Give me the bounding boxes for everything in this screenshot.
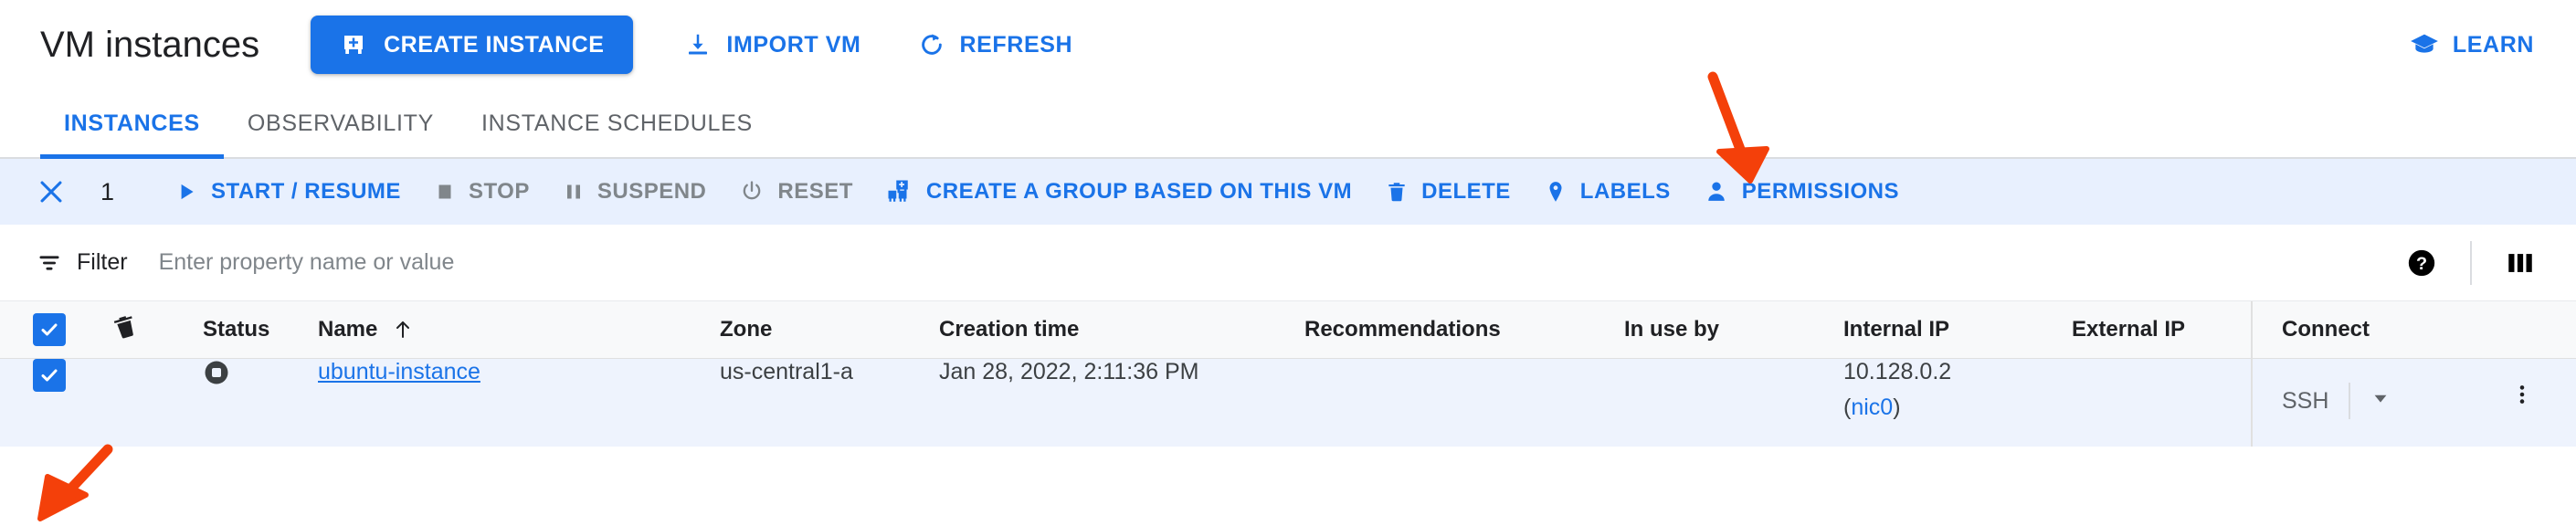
nic-link[interactable]: nic0 <box>1851 394 1893 420</box>
deletion-protection-icon <box>111 315 139 346</box>
permissions-label: PERMISSIONS <box>1741 179 1899 204</box>
header-creation-time[interactable]: Creation time <box>939 301 1304 359</box>
start-resume-button[interactable]: START / RESUME <box>174 179 401 205</box>
header-internal-ip[interactable]: Internal IP <box>1843 301 2072 359</box>
tab-bar: INSTANCES OBSERVABILITY INSTANCE SCHEDUL… <box>0 89 2576 159</box>
add-instance-icon <box>340 31 367 58</box>
row-deletion-protection-cell <box>111 358 203 447</box>
permissions-button[interactable]: PERMISSIONS <box>1704 179 1899 205</box>
filter-bar: Filter ? <box>0 225 2576 301</box>
filter-icon <box>37 250 62 276</box>
header-in-use-by[interactable]: In use by <box>1624 301 1843 359</box>
refresh-label: REFRESH <box>959 31 1073 58</box>
tab-instance-schedules[interactable]: INSTANCE SCHEDULES <box>458 89 776 157</box>
row-connect-cell: SSH <box>2251 358 2510 447</box>
header-select-all-cell <box>0 301 111 359</box>
row-status-cell <box>203 358 318 447</box>
ssh-button[interactable]: SSH <box>2282 388 2328 415</box>
tab-instances[interactable]: INSTANCES <box>40 89 224 159</box>
filter-button[interactable]: Filter <box>37 249 128 276</box>
person-icon <box>1704 179 1729 205</box>
table-header-row: Status Name Zone Creation time Recommend… <box>0 301 2576 359</box>
page-header: VM instances CREATE INSTANCE IMPORT VM R… <box>0 0 2576 89</box>
import-vm-button[interactable]: IMPORT VM <box>679 30 866 59</box>
chevron-down-icon[interactable] <box>2370 388 2391 415</box>
tag-icon <box>1544 180 1568 204</box>
header-name[interactable]: Name <box>318 301 720 359</box>
internal-ip-nic-wrapper: (nic0) <box>1843 394 1901 420</box>
filter-input[interactable] <box>156 243 2399 282</box>
ssh-divider <box>2349 383 2351 419</box>
labels-label: LABELS <box>1579 179 1671 204</box>
create-group-label: CREATE A GROUP BASED ON THIS VM <box>925 179 1353 204</box>
help-circle-icon[interactable]: ? <box>2399 240 2444 286</box>
trash-icon <box>1385 180 1409 204</box>
stop-square-icon <box>434 181 456 203</box>
power-reset-icon <box>739 179 765 205</box>
create-instance-label: CREATE INSTANCE <box>384 31 605 58</box>
select-all-checkbox[interactable] <box>33 313 66 346</box>
row-in-use-by <box>1624 358 1843 447</box>
table-row[interactable]: ubuntu-instance us-central1-a Jan 28, 20… <box>0 358 2576 447</box>
row-select-cell <box>0 358 111 447</box>
vm-instances-table: Status Name Zone Creation time Recommend… <box>0 301 2576 447</box>
refresh-button[interactable]: REFRESH <box>913 30 1079 59</box>
pause-icon <box>563 181 585 203</box>
delete-button[interactable]: DELETE <box>1385 179 1511 205</box>
header-name-label: Name <box>318 317 378 342</box>
column-display-icon[interactable] <box>2497 240 2543 286</box>
header-menu-cell <box>2510 301 2576 359</box>
more-options-icon[interactable] <box>2510 359 2576 406</box>
header-deletion-protection-cell <box>111 301 203 359</box>
suspend-button[interactable]: SUSPEND <box>563 179 707 205</box>
row-name-cell: ubuntu-instance <box>318 358 720 447</box>
row-menu-cell <box>2510 358 2576 447</box>
delete-label: DELETE <box>1421 179 1511 204</box>
selection-action-bar: 1 START / RESUME STOP SUSPEND RESET CREA… <box>0 159 2576 225</box>
page-title: VM instances <box>40 24 260 65</box>
create-group-button[interactable]: CREATE A GROUP BASED ON THIS VM <box>886 178 1352 205</box>
learn-button[interactable]: LEARN <box>2403 28 2539 61</box>
reset-button[interactable]: RESET <box>739 179 853 205</box>
sort-ascending-icon <box>392 319 414 341</box>
stop-label: STOP <box>468 179 530 204</box>
filter-bar-divider <box>2470 240 2472 285</box>
graduation-cap-icon <box>2409 29 2440 60</box>
refresh-icon <box>918 31 945 58</box>
create-instance-button[interactable]: CREATE INSTANCE <box>311 16 634 74</box>
row-internal-ip-cell: 10.128.0.2 (nic0) <box>1843 358 2072 447</box>
row-external-ip <box>2072 358 2252 447</box>
play-icon <box>174 180 198 204</box>
filter-label: Filter <box>77 249 128 275</box>
header-recommendations[interactable]: Recommendations <box>1304 301 1624 359</box>
header-connect: Connect <box>2251 301 2510 359</box>
header-zone[interactable]: Zone <box>720 301 939 359</box>
instance-name-link[interactable]: ubuntu-instance <box>318 359 480 384</box>
reset-label: RESET <box>777 179 853 204</box>
import-download-icon <box>684 31 712 58</box>
group-vm-icon <box>886 178 913 205</box>
status-stopped-icon <box>203 361 230 392</box>
arrow-pointing-to-row-checkbox <box>37 444 113 521</box>
svg-text:?: ? <box>2416 254 2427 274</box>
suspend-label: SUSPEND <box>596 179 707 204</box>
start-resume-label: START / RESUME <box>211 179 401 204</box>
header-status[interactable]: Status <box>203 301 318 359</box>
stop-button[interactable]: STOP <box>434 179 530 205</box>
import-vm-label: IMPORT VM <box>726 31 861 58</box>
selected-count: 1 <box>100 177 115 205</box>
close-icon[interactable] <box>29 170 73 214</box>
tab-observability[interactable]: OBSERVABILITY <box>224 89 458 157</box>
labels-button[interactable]: LABELS <box>1544 179 1671 205</box>
row-recommendations <box>1304 358 1624 447</box>
internal-ip-value: 10.128.0.2 <box>1843 359 1952 384</box>
learn-label: LEARN <box>2452 31 2534 58</box>
row-creation-time: Jan 28, 2022, 2:11:36 PM <box>939 358 1304 447</box>
row-checkbox[interactable] <box>33 359 66 392</box>
header-external-ip[interactable]: External IP <box>2072 301 2252 359</box>
row-zone: us-central1-a <box>720 358 939 447</box>
